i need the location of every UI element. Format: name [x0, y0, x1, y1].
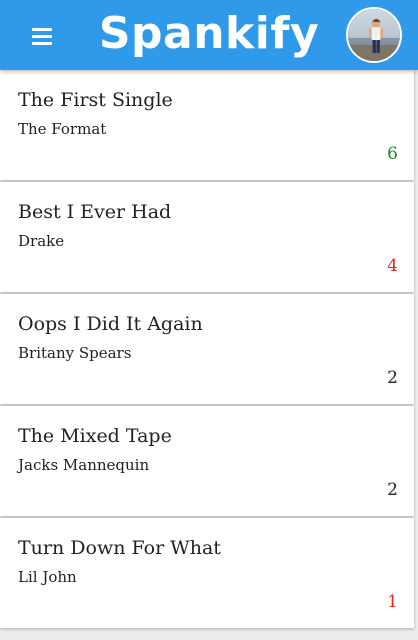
song-item-turn-down-for-what[interactable]: Turn Down For What Lil John 1	[0, 518, 414, 628]
app-bar: Spankify	[0, 0, 418, 70]
song-title: The First Single	[18, 89, 173, 111]
song-list: The First Single The Format 6 Best I Eve…	[0, 70, 418, 630]
song-title: Turn Down For What	[18, 537, 221, 559]
song-item-best-i-ever-had[interactable]: Best I Ever Had Drake 4	[0, 182, 414, 292]
avatar-photo	[348, 9, 400, 61]
song-title: Best I Ever Had	[18, 201, 172, 223]
song-artist: Britany Spears	[18, 344, 132, 362]
song-title: Oops I Did It Again	[18, 313, 203, 335]
song-count: 6	[387, 144, 398, 164]
song-count: 1	[387, 592, 398, 612]
song-artist: Drake	[18, 232, 65, 250]
song-item-the-mixed-tape[interactable]: The Mixed Tape Jacks Mannequin 2	[0, 406, 414, 516]
song-artist: Lil John	[18, 568, 77, 586]
song-count: 2	[387, 480, 398, 500]
user-avatar[interactable]	[346, 7, 402, 63]
song-title: The Mixed Tape	[18, 425, 172, 447]
song-item-oops-i-did-it-again[interactable]: Oops I Did It Again Britany Spears 2	[0, 294, 414, 404]
song-item-the-first-single[interactable]: The First Single The Format 6	[0, 70, 414, 180]
song-artist: Jacks Mannequin	[18, 456, 150, 474]
song-count: 2	[387, 368, 398, 388]
song-count: 4	[387, 256, 398, 276]
song-artist: The Format	[18, 120, 107, 138]
